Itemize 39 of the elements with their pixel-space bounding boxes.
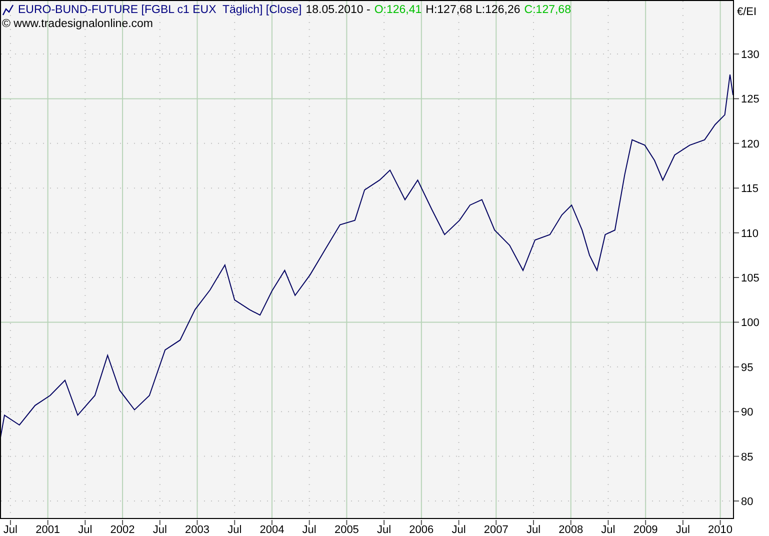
x-axis-label: Jul — [601, 524, 616, 536]
y-axis-label: 90 — [741, 406, 754, 419]
x-axis-label: Jul — [526, 524, 541, 536]
header-text: EURO-BUND-FUTURE [FGBL c1 EUX Täglich] [Close] — [18, 3, 302, 17]
x-axis-label: 2004 — [260, 524, 284, 536]
x-axis-label: 2008 — [558, 524, 584, 536]
header-text: C:127,68 — [524, 3, 571, 17]
x-axis-label: 2003 — [185, 524, 210, 536]
header-text: O:126,41 — [374, 3, 422, 17]
x-axis-label: 2009 — [633, 524, 658, 536]
copyright-text: © www.tradesignalonline.com — [2, 17, 154, 31]
x-axis-label: 2006 — [409, 524, 434, 536]
y-axis-label: 125 — [741, 94, 760, 106]
line-chart-icon — [2, 4, 14, 16]
x-axis-label: 2007 — [484, 524, 508, 536]
x-axis-label: 2010 — [708, 524, 733, 536]
x-axis-label: Jul — [377, 524, 392, 536]
y-axis-label: 85 — [741, 451, 754, 464]
x-axis-label: 2001 — [36, 524, 60, 536]
y-axis-label: 110 — [741, 228, 759, 240]
x-axis-label: Jul — [228, 524, 242, 536]
y-axis-label: 115 — [741, 183, 759, 196]
y-axis-label: 95 — [741, 362, 754, 374]
y-axis-label: 105 — [741, 272, 760, 284]
x-axis-label: Jul — [152, 524, 167, 536]
axis-unit: €/EI — [737, 6, 757, 18]
header-text: 18.05.2010 - — [306, 3, 370, 17]
y-axis-label: 100 — [741, 317, 760, 330]
x-axis-label: Jul — [452, 524, 466, 536]
x-axis-label: Jul — [78, 524, 92, 536]
x-axis-label: 2002 — [110, 524, 135, 536]
y-axis-label: 120 — [741, 138, 760, 150]
x-axis-label: Jul — [3, 524, 18, 536]
x-axis-label: Jul — [676, 524, 690, 536]
y-axis-label: 130 — [741, 49, 760, 61]
x-axis-label: Jul — [302, 524, 316, 536]
y-axis-label: 80 — [741, 496, 754, 508]
header-text: H:127,68 L:126,26 — [426, 3, 520, 17]
x-axis-label: 2005 — [334, 524, 359, 536]
